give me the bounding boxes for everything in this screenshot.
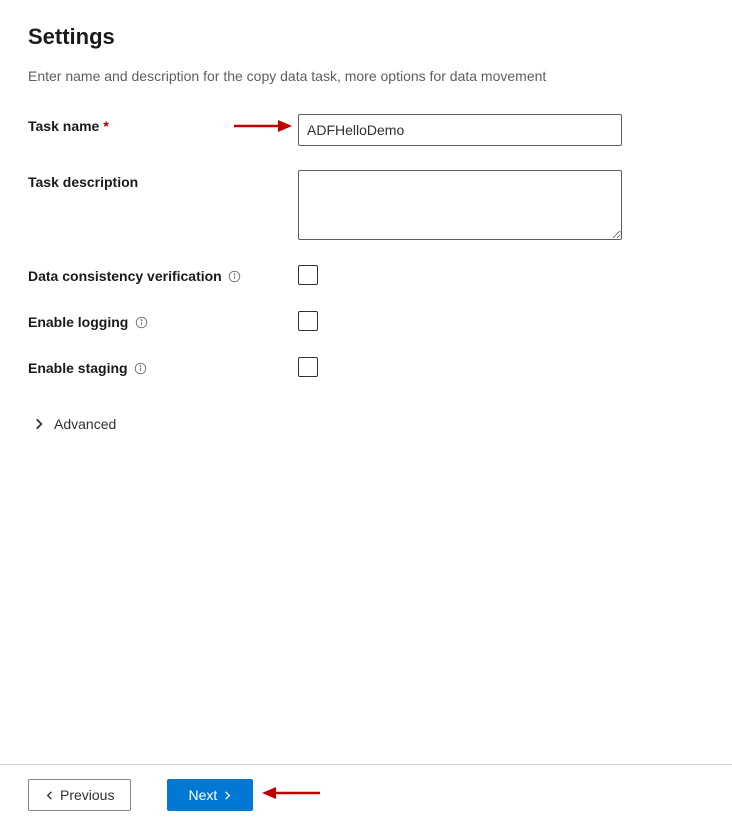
info-icon[interactable] bbox=[134, 315, 148, 329]
data-consistency-label: Data consistency verification bbox=[28, 268, 242, 284]
chevron-left-icon bbox=[45, 791, 54, 800]
page-subtitle: Enter name and description for the copy … bbox=[28, 68, 704, 84]
advanced-toggle[interactable]: Advanced bbox=[28, 412, 120, 436]
advanced-label: Advanced bbox=[54, 416, 116, 432]
annotation-arrow bbox=[262, 783, 322, 803]
enable-logging-row: Enable logging bbox=[28, 310, 704, 332]
chevron-right-icon bbox=[223, 791, 232, 800]
info-icon[interactable] bbox=[228, 269, 242, 283]
task-description-input[interactable] bbox=[298, 170, 622, 240]
required-indicator: * bbox=[103, 118, 108, 134]
page-title: Settings bbox=[28, 24, 704, 50]
enable-staging-checkbox[interactable] bbox=[298, 357, 318, 377]
previous-button[interactable]: Previous bbox=[28, 779, 131, 811]
data-consistency-checkbox[interactable] bbox=[298, 265, 318, 285]
data-consistency-row: Data consistency verification bbox=[28, 264, 704, 286]
task-name-label: Task name* bbox=[28, 118, 109, 134]
enable-logging-checkbox[interactable] bbox=[298, 311, 318, 331]
enable-staging-row: Enable staging bbox=[28, 356, 704, 378]
task-name-input[interactable] bbox=[298, 114, 622, 146]
next-button[interactable]: Next bbox=[167, 779, 253, 811]
task-description-row: Task description bbox=[28, 170, 704, 240]
enable-logging-label: Enable logging bbox=[28, 314, 148, 330]
info-icon[interactable] bbox=[134, 361, 148, 375]
enable-staging-label: Enable staging bbox=[28, 360, 148, 376]
chevron-right-icon bbox=[32, 417, 46, 431]
footer: Previous Next bbox=[0, 764, 732, 825]
task-name-row: Task name* bbox=[28, 114, 704, 146]
task-description-label: Task description bbox=[28, 174, 138, 190]
